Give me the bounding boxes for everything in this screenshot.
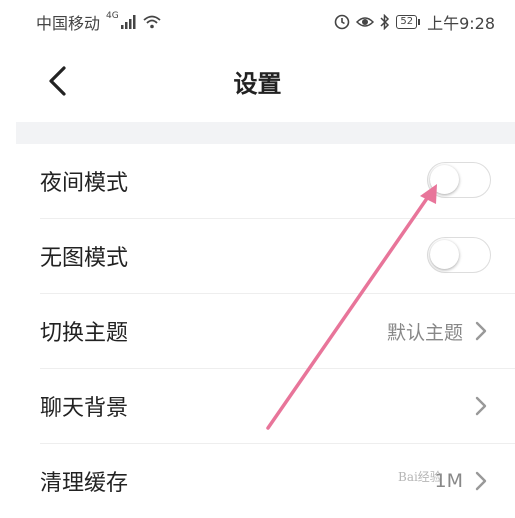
- status-right: 52 上午9:28: [334, 10, 495, 34]
- clock-time: 上午9:28: [427, 14, 495, 33]
- network-type: 4G: [106, 11, 119, 21]
- setting-value: 默认主题: [386, 321, 463, 344]
- setting-label: 无图模式: [40, 246, 129, 271]
- setting-label: 清理缓存: [40, 471, 129, 496]
- nav-bar: 设置: [0, 50, 515, 112]
- section-separator: [16, 122, 515, 144]
- setting-label: 聊天背景: [40, 396, 129, 421]
- toggle-knob: [430, 240, 459, 269]
- toggle-knob: [430, 165, 459, 194]
- setting-row-clear-cache[interactable]: 清理缓存 1M: [40, 444, 515, 518]
- chevron-right-icon: [475, 396, 487, 416]
- status-bar: 中国移动 4G 52 上午9:28: [0, 0, 515, 40]
- wifi-icon: [143, 15, 161, 29]
- bluetooth-icon: [380, 14, 390, 30]
- chevron-right-icon: [475, 321, 487, 341]
- status-left: 中国移动 4G: [36, 10, 161, 34]
- row-right: [463, 369, 487, 443]
- alarm-icon: [335, 14, 350, 30]
- eye-icon: [356, 17, 375, 27]
- setting-label: 夜间模式: [40, 171, 129, 196]
- watermark: Bai经验: [398, 470, 442, 484]
- row-right: 默认主题: [387, 294, 487, 368]
- setting-row-no-image-mode[interactable]: 无图模式: [40, 219, 515, 294]
- no-image-mode-toggle[interactable]: [427, 237, 491, 273]
- page-title: 设置: [233, 70, 282, 98]
- chevron-right-icon: [475, 471, 487, 491]
- night-mode-toggle[interactable]: [427, 162, 491, 198]
- setting-row-switch-theme[interactable]: 切换主题 默认主题: [40, 294, 515, 369]
- setting-label: 切换主题: [40, 321, 129, 346]
- signal-icon: [120, 15, 136, 29]
- carrier-name: 中国移动: [36, 14, 101, 33]
- settings-list: 夜间模式 无图模式 切换主题 默认主题 聊天背景 清理缓存 1M: [40, 144, 515, 518]
- setting-row-night-mode[interactable]: 夜间模式: [40, 144, 515, 219]
- battery-icon: 52: [396, 15, 420, 29]
- setting-row-chat-background[interactable]: 聊天背景: [40, 369, 515, 444]
- row-right: 1M: [435, 444, 487, 518]
